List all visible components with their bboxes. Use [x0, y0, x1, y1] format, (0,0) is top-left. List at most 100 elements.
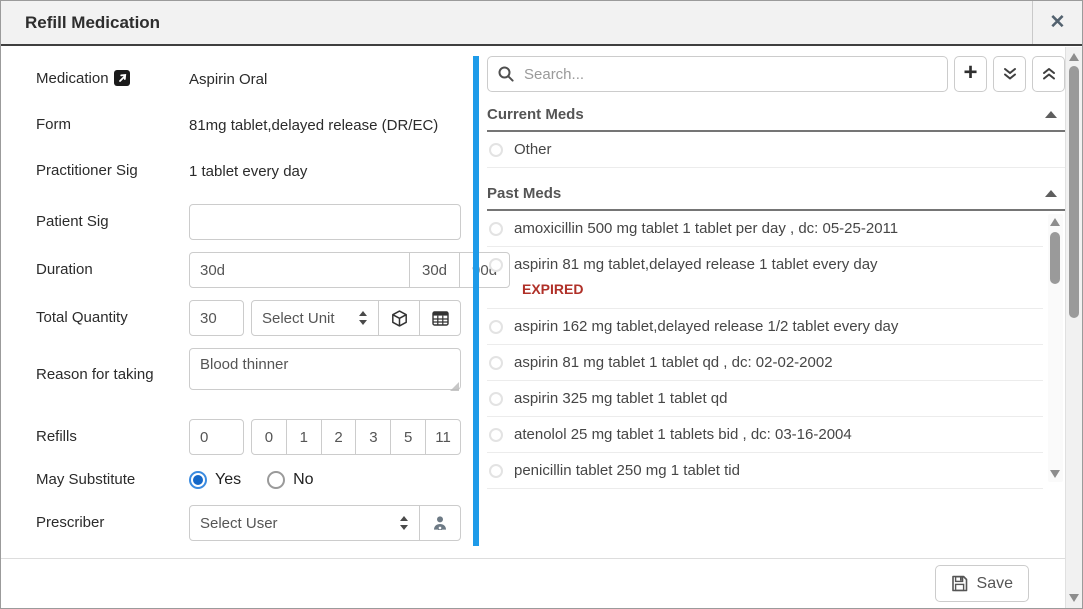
total-quantity-label: Total Quantity	[36, 306, 189, 329]
past-med-item[interactable]: aspirin 162 mg tablet,delayed release 1/…	[487, 309, 1043, 345]
scroll-up-arrow-icon[interactable]	[1050, 218, 1060, 226]
past-med-item[interactable]: atenolol 25 mg tablet 1 tablets bid , dc…	[487, 417, 1043, 453]
medication-label: Medication	[36, 67, 189, 90]
duration-input[interactable]	[189, 252, 410, 288]
med-radio-icon[interactable]	[489, 258, 503, 272]
caret-up-icon	[1045, 190, 1057, 197]
search-icon	[498, 66, 514, 82]
cube-icon	[391, 310, 408, 327]
past-med-item[interactable]: aspirin 325 mg tablet 1 tablet qd	[487, 381, 1043, 417]
practitioner-sig-row: Practitioner Sig 1 tablet every day	[36, 158, 461, 184]
prescriber-row: Prescriber Select User	[36, 505, 461, 541]
dialog-titlebar: Refill Medication ✕	[1, 1, 1082, 46]
substitute-no-radio[interactable]: No	[267, 471, 313, 489]
patient-sig-input[interactable]	[189, 204, 461, 240]
refills-5-button[interactable]: 5	[390, 419, 426, 455]
duration-row: Duration 30d 90d	[36, 252, 461, 288]
may-substitute-row: May Substitute Yes No	[36, 467, 461, 493]
save-label: Save	[977, 575, 1013, 593]
refills-0-button[interactable]: 0	[251, 419, 287, 455]
prescriber-select[interactable]: Select User	[189, 505, 420, 541]
plus-icon: +	[963, 61, 977, 85]
external-link-icon[interactable]	[114, 70, 130, 86]
refills-label: Refills	[36, 425, 189, 448]
scrollbar-thumb[interactable]	[1069, 66, 1079, 318]
total-quantity-input[interactable]	[189, 300, 244, 336]
floppy-disk-icon	[951, 575, 968, 592]
med-radio-icon[interactable]	[489, 222, 503, 236]
choose-prescriber-button[interactable]	[419, 505, 461, 541]
duration-label: Duration	[36, 258, 189, 281]
package-quantity-button[interactable]	[378, 300, 420, 336]
person-icon	[432, 515, 448, 531]
refills-row: Refills 0 1 2 3 5 11	[36, 419, 461, 455]
substitute-yes-radio[interactable]: Yes	[189, 471, 241, 489]
patient-sig-row: Patient Sig	[36, 204, 461, 240]
past-meds-title: Past Meds	[487, 185, 561, 202]
refill-form: Medication Aspirin Oral Form 81mg tablet…	[1, 48, 473, 608]
add-medication-button[interactable]: +	[954, 56, 987, 92]
medication-value: Aspirin Oral	[189, 71, 267, 88]
refills-11-button[interactable]: 11	[425, 419, 461, 455]
close-icon: ✕	[1050, 11, 1066, 34]
scroll-down-arrow-icon[interactable]	[1050, 470, 1060, 478]
radio-unselected-icon	[267, 471, 285, 489]
meds-search-input[interactable]	[522, 65, 937, 84]
prescriber-label: Prescriber	[36, 511, 189, 534]
med-item-label: aspirin 162 mg tablet,delayed release 1/…	[514, 318, 898, 335]
dialog-scrollbar[interactable]	[1065, 47, 1082, 608]
practitioner-sig-value: 1 tablet every day	[189, 163, 307, 180]
past-med-item[interactable]: penicillin tablet 250 mg 1 tablet tid	[487, 453, 1043, 489]
med-item-label: amoxicillin 500 mg tablet 1 tablet per d…	[514, 220, 898, 237]
medication-row: Medication Aspirin Oral	[36, 66, 461, 92]
expired-badge: EXPIRED	[522, 273, 1039, 299]
unit-select[interactable]: Select Unit	[251, 300, 379, 336]
past-med-item[interactable]: amoxicillin 500 mg tablet 1 tablet per d…	[487, 211, 1043, 247]
may-substitute-label: May Substitute	[36, 468, 189, 491]
reason-row: Reason for taking Blood thinner	[36, 348, 461, 395]
expand-all-button[interactable]	[993, 56, 1026, 92]
form-row: Form 81mg tablet,delayed release (DR/EC)	[36, 112, 461, 138]
collapse-all-button[interactable]	[1032, 56, 1065, 92]
current-meds-title: Current Meds	[487, 106, 584, 123]
med-radio-icon[interactable]	[489, 464, 503, 478]
scrollbar-thumb[interactable]	[1050, 232, 1060, 284]
refills-2-button[interactable]: 2	[321, 419, 357, 455]
refills-input[interactable]	[189, 419, 244, 455]
med-radio-icon[interactable]	[489, 392, 503, 406]
current-meds-header[interactable]: Current Meds	[487, 100, 1065, 132]
refills-3-button[interactable]: 3	[355, 419, 391, 455]
med-item-label: penicillin tablet 250 mg 1 tablet tid	[514, 462, 740, 479]
current-med-item-other[interactable]: Other	[487, 132, 1065, 168]
past-meds-scrollbar[interactable]	[1048, 214, 1063, 482]
caret-up-icon	[1045, 111, 1057, 118]
save-button[interactable]: Save	[935, 565, 1029, 602]
med-radio-icon[interactable]	[489, 320, 503, 334]
scroll-up-arrow-icon[interactable]	[1069, 53, 1079, 61]
past-med-item[interactable]: aspirin 81 mg tablet 1 tablet qd , dc: 0…	[487, 345, 1043, 381]
med-radio-icon[interactable]	[489, 428, 503, 442]
double-chevron-up-icon	[1042, 67, 1056, 81]
total-quantity-row: Total Quantity Select Unit	[36, 300, 461, 336]
calculate-quantity-button[interactable]	[419, 300, 461, 336]
double-chevron-down-icon	[1003, 67, 1017, 81]
past-med-item[interactable]: aspirin 81 mg tablet,delayed release 1 t…	[487, 247, 1043, 309]
meds-search-row: +	[487, 56, 1065, 92]
substitute-yes-label: Yes	[215, 471, 241, 489]
med-item-label: aspirin 81 mg tablet,delayed release 1 t…	[514, 256, 878, 273]
refills-1-button[interactable]: 1	[286, 419, 322, 455]
close-button[interactable]: ✕	[1032, 1, 1082, 44]
radio-selected-icon	[189, 471, 207, 489]
reason-textarea[interactable]: Blood thinner	[189, 348, 461, 390]
past-meds-header[interactable]: Past Meds	[487, 179, 1065, 211]
med-radio-icon[interactable]	[489, 356, 503, 370]
med-radio-icon[interactable]	[489, 143, 503, 157]
meds-panel: + Current Meds Other Past Meds	[473, 56, 1065, 546]
textarea-resize-grip-icon[interactable]	[450, 382, 459, 391]
med-item-label: aspirin 81 mg tablet 1 tablet qd , dc: 0…	[514, 354, 833, 371]
scroll-down-arrow-icon[interactable]	[1069, 594, 1079, 602]
meds-search-box[interactable]	[487, 56, 948, 92]
dialog-footer: Save	[1, 558, 1065, 608]
select-sort-arrows-icon	[350, 310, 368, 326]
duration-30d-button[interactable]: 30d	[409, 252, 460, 288]
